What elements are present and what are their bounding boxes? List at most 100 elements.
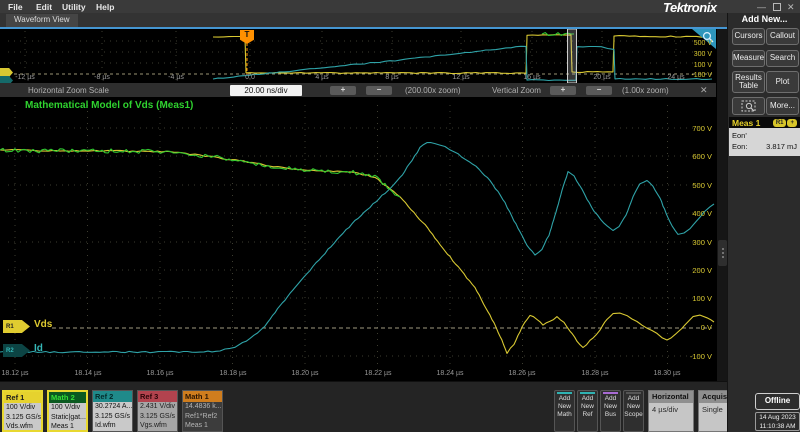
selection-zoom-icon <box>741 100 757 113</box>
id-label: Id <box>34 343 43 354</box>
oscilloscope-app: File Edit Utility Help Tektronix — ✕ Wav… <box>0 0 800 432</box>
button-color-stripe <box>626 392 641 394</box>
button-line: Ref <box>578 411 597 419</box>
button-line: New <box>555 403 574 411</box>
overview-y-tick: 500 V <box>682 40 712 47</box>
overview-x-tick: 4 µs <box>315 74 328 81</box>
datetime-display: 14 Aug 2023 11:10:38 AM <box>755 412 800 431</box>
meas1-result-body: Eon' Eon: 3.817 mJ <box>729 128 800 156</box>
overview-y-tick: -100 V <box>682 72 712 79</box>
v-zoom-minus-button[interactable]: − <box>586 86 612 95</box>
main-x-tick: 18.20 µs <box>292 370 319 377</box>
v-zoom-plus-button[interactable]: + <box>550 86 576 95</box>
meas1-row2-value: 3.817 mJ <box>766 141 797 152</box>
h-zoom-factor: (200.00x zoom) <box>405 86 461 95</box>
vertical-scrollbar[interactable] <box>716 29 727 381</box>
button-color-stripe <box>557 392 572 394</box>
sidebar: Add New... CursorsCalloutMeasureSearchRe… <box>727 13 800 432</box>
badge-ref-1[interactable]: Ref 1100 V/div3.125 GS/sVds.wfm <box>2 390 43 432</box>
meas1-result-header[interactable]: Meas 1 R1 + <box>729 117 800 128</box>
horizontal-panel[interactable]: Horizontal 4 µs/div <box>648 390 694 432</box>
overview-x-tick: 0.0 <box>245 74 255 81</box>
minimize-button[interactable]: — <box>757 2 766 12</box>
main-y-tick: 400 V <box>682 209 712 218</box>
add-new-math-button[interactable]: AddNewMath <box>554 390 575 432</box>
meas1-expand-icon[interactable]: + <box>787 119 797 127</box>
overview-x-tick: -8 µs <box>94 74 110 81</box>
h-zoom-minus-button[interactable]: − <box>366 86 392 95</box>
badge-math-1[interactable]: Math 114.4836 k...Ref1*Ref2Meas 1 <box>182 390 223 432</box>
badge-line: Meas 1 <box>51 422 84 430</box>
horizontal-panel-title: Horizontal <box>649 391 693 403</box>
plot-title: Mathematical Model of Vds (Meas1) <box>25 100 193 111</box>
sidebar-button-plot[interactable]: Plot <box>766 71 799 93</box>
menu-edit[interactable]: Edit <box>36 2 52 12</box>
tab-waveform-view[interactable]: Waveform View <box>6 14 78 27</box>
meas1-source-badge: R1 <box>773 119 787 127</box>
button-line: Bus <box>601 411 620 419</box>
main-x-tick: 18.28 µs <box>582 370 609 377</box>
button-line: Math <box>555 411 574 419</box>
zoom-close-icon[interactable]: ✕ <box>700 85 708 96</box>
main-x-tick: 18.30 µs <box>654 370 681 377</box>
meas1-row1-label: Eon' <box>732 130 747 141</box>
v-zoom-label: Vertical Zoom <box>492 86 541 95</box>
close-button[interactable]: ✕ <box>787 2 795 12</box>
menu-help[interactable]: Help <box>96 2 114 12</box>
badge-body: 100 V/divStatic|gat...Meas 1 <box>49 403 86 430</box>
overview-x-tick: 8 µs <box>385 74 398 81</box>
h-zoom-plus-button[interactable]: + <box>330 86 356 95</box>
badge-ref-3[interactable]: Ref 32.431 V/div3.125 GS/sVgs.wfm <box>137 390 178 432</box>
time-text: 11:10:38 AM <box>756 423 799 432</box>
maximize-button[interactable] <box>773 3 781 11</box>
date-text: 14 Aug 2023 <box>756 414 799 423</box>
button-line: Scope <box>624 411 643 419</box>
zoom-select-button[interactable] <box>732 97 765 115</box>
badge-body: 2.431 V/div3.125 GS/sVgs.wfm <box>138 402 177 431</box>
badge-line: Ref1*Ref2 <box>185 412 220 422</box>
main-y-tick: 300 V <box>682 238 712 247</box>
offline-button[interactable]: Offline <box>755 393 800 410</box>
overview-x-tick: 12 µs <box>452 74 469 81</box>
badge-line: Vgs.wfm <box>140 421 175 431</box>
h-zoom-scale-label: Horizontal Zoom Scale <box>28 86 109 95</box>
badge-line: Static|gat... <box>51 413 84 423</box>
badge-title: Math 2 <box>49 392 86 403</box>
main-y-tick: -100 V <box>682 352 712 361</box>
scrollbar-handle[interactable] <box>718 240 727 266</box>
h-zoom-scale-value[interactable]: 20.00 ns/div <box>230 85 302 96</box>
add-new-bus-button[interactable]: AddNewBus <box>600 390 621 432</box>
sidebar-button-callout[interactable]: Callout <box>766 28 799 45</box>
badge-line: 14.4836 k... <box>185 402 220 412</box>
badge-math-2[interactable]: Math 2100 V/divStatic|gat...Meas 1 <box>47 390 88 432</box>
sidebar-button-measure[interactable]: Measure <box>732 50 765 67</box>
button-line: Add <box>624 395 643 403</box>
meas1-row2-label: Eon: <box>732 141 747 152</box>
main-plot: Mathematical Model of Vds (Meas1) R1 Vds… <box>0 97 716 381</box>
badge-body: 100 V/div3.125 GS/sVds.wfm <box>4 403 41 430</box>
zoom-window-selector[interactable] <box>568 29 577 83</box>
overview-x-tick: 20 µs <box>593 74 610 81</box>
sidebar-button-results-table[interactable]: Results Table <box>732 71 765 93</box>
overview-x-tick: -12 µs <box>15 74 35 81</box>
sidebar-button-search[interactable]: Search <box>766 50 799 67</box>
main-y-tick: 200 V <box>682 266 712 275</box>
v-zoom-factor: (1.00x zoom) <box>622 86 669 95</box>
badge-ref-2[interactable]: Ref 230.2724 A...3.125 GS/sId.wfm <box>92 390 133 432</box>
tab-bar: Waveform View <box>0 13 727 27</box>
menu-utility[interactable]: Utility <box>62 2 86 12</box>
badge-body: 14.4836 k...Ref1*Ref2Meas 1 <box>183 402 222 431</box>
badge-line: Meas 1 <box>185 421 220 431</box>
main-y-tick: 600 V <box>682 152 712 161</box>
badge-body: 30.2724 A...3.125 GS/sId.wfm <box>93 402 132 431</box>
add-new-ref-button[interactable]: AddNewRef <box>577 390 598 432</box>
main-x-tick: 18.24 µs <box>437 370 464 377</box>
sidebar-button-cursors[interactable]: Cursors <box>732 28 765 45</box>
add-new-scope-button[interactable]: AddNewScope <box>623 390 644 432</box>
badge-title: Ref 2 <box>93 391 132 402</box>
sidebar-button-more[interactable]: More... <box>766 97 799 115</box>
add-new-title: Add New... <box>728 14 800 24</box>
menu-file[interactable]: File <box>8 2 23 12</box>
button-line: Add <box>555 395 574 403</box>
overview-x-tick: 16 µs <box>523 74 540 81</box>
